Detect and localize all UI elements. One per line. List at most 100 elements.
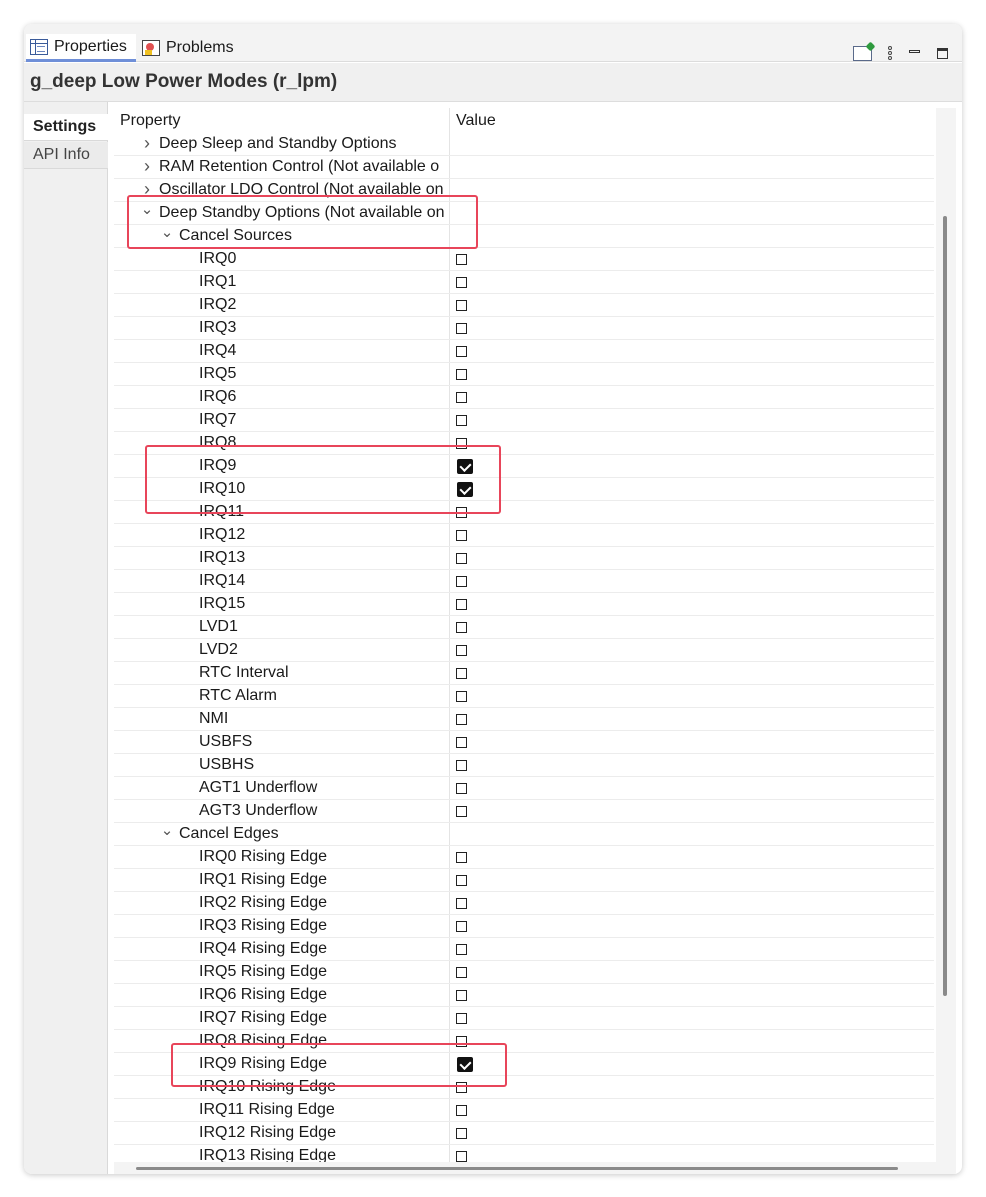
chevron-down-icon[interactable]: ⌄ [160,223,174,241]
value-checkbox[interactable] [456,990,467,1001]
value-checkbox[interactable] [456,507,467,518]
table-row[interactable]: IRQ10 Rising Edge [114,1076,934,1099]
value-checkbox[interactable] [456,898,467,909]
table-row[interactable]: IRQ9 [114,455,934,478]
value-checkbox[interactable] [456,1151,467,1162]
value-checkbox[interactable] [456,277,467,288]
table-row[interactable]: RTC Interval [114,662,934,685]
value-checkbox[interactable] [456,530,467,541]
vertical-scrollbar[interactable] [936,108,956,1174]
chevron-right-icon[interactable]: › [140,156,154,177]
table-row[interactable]: LVD1 [114,616,934,639]
table-row[interactable]: › RAM Retention Control (Not available o [114,156,934,179]
table-row[interactable]: USBHS [114,754,934,777]
table-row[interactable]: IRQ13 [114,547,934,570]
table-row[interactable]: IRQ12 Rising Edge [114,1122,934,1145]
value-checkbox[interactable] [456,714,467,725]
table-row[interactable]: IRQ8 Rising Edge [114,1030,934,1053]
value-checkbox[interactable] [456,1128,467,1139]
value-checkbox[interactable] [456,691,467,702]
chevron-right-icon[interactable]: › [140,133,154,154]
table-row[interactable]: IRQ14 [114,570,934,593]
table-row[interactable]: IRQ7 Rising Edge [114,1007,934,1030]
value-checkbox[interactable] [457,1057,473,1072]
value-checkbox[interactable] [456,346,467,357]
vertical-scroll-thumb[interactable] [943,216,947,996]
table-row[interactable]: NMI [114,708,934,731]
table-row[interactable]: RTC Alarm [114,685,934,708]
value-checkbox[interactable] [456,1105,467,1116]
table-row[interactable]: IRQ8 [114,432,934,455]
value-checkbox[interactable] [456,645,467,656]
value-checkbox[interactable] [456,760,467,771]
value-checkbox[interactable] [456,1036,467,1047]
value-checkbox[interactable] [456,438,467,449]
value-checkbox[interactable] [456,875,467,886]
value-checkbox[interactable] [456,806,467,817]
table-row[interactable]: IRQ6 Rising Edge [114,984,934,1007]
table-row[interactable]: IRQ15 [114,593,934,616]
table-row[interactable]: IRQ5 [114,363,934,386]
table-row[interactable]: IRQ2 [114,294,934,317]
value-checkbox[interactable] [457,482,473,497]
maximize-button[interactable] [934,44,950,62]
minimize-button[interactable] [906,44,922,62]
value-checkbox[interactable] [456,737,467,748]
table-row[interactable]: USBFS [114,731,934,754]
pin-view-button[interactable] [851,44,873,62]
horizontal-scroll-thumb[interactable] [136,1167,898,1170]
table-row[interactable]: IRQ11 Rising Edge [114,1099,934,1122]
value-checkbox[interactable] [456,921,467,932]
view-menu-button[interactable] [882,44,898,62]
table-row[interactable]: IRQ2 Rising Edge [114,892,934,915]
side-tab-settings[interactable]: Settings [24,114,108,141]
value-checkbox[interactable] [456,783,467,794]
value-checkbox[interactable] [456,254,467,265]
table-row[interactable]: ⌄ Deep Standby Options (Not available on [114,200,934,225]
value-checkbox[interactable] [456,300,467,311]
table-row[interactable]: IRQ6 [114,386,934,409]
chevron-down-icon[interactable]: ⌄ [160,821,174,839]
value-checkbox[interactable] [456,1082,467,1093]
value-checkbox[interactable] [456,369,467,380]
side-tab-api-info[interactable]: API Info [24,142,108,169]
table-row[interactable]: IRQ0 Rising Edge [114,846,934,869]
table-row[interactable]: IRQ1 [114,271,934,294]
table-row[interactable]: ⌄ Cancel Edges [114,821,934,846]
value-checkbox[interactable] [456,323,467,334]
value-checkbox[interactable] [456,599,467,610]
value-checkbox[interactable] [456,415,467,426]
table-row[interactable]: › Deep Sleep and Standby Options [114,133,934,156]
value-checkbox[interactable] [457,459,473,474]
table-row[interactable]: IRQ7 [114,409,934,432]
table-row[interactable]: LVD2 [114,639,934,662]
chevron-right-icon[interactable]: › [140,179,154,200]
table-row[interactable]: IRQ9 Rising Edge [114,1053,934,1076]
value-checkbox[interactable] [456,668,467,679]
tab-problems[interactable]: Problems [140,34,250,62]
value-checkbox[interactable] [456,852,467,863]
table-row[interactable]: AGT1 Underflow [114,777,934,800]
value-checkbox[interactable] [456,553,467,564]
table-row[interactable]: IRQ0 [114,248,934,271]
horizontal-scrollbar[interactable] [114,1162,936,1174]
table-row[interactable]: IRQ12 [114,524,934,547]
table-row[interactable]: ⌄ Cancel Sources [114,223,934,248]
table-row[interactable]: IRQ4 [114,340,934,363]
chevron-down-icon[interactable]: ⌄ [140,200,154,218]
value-checkbox[interactable] [456,576,467,587]
table-row[interactable]: › Oscillator LDO Control (Not available o… [114,179,934,202]
value-checkbox[interactable] [456,944,467,955]
value-checkbox[interactable] [456,622,467,633]
table-row[interactable]: IRQ4 Rising Edge [114,938,934,961]
value-checkbox[interactable] [456,1013,467,1024]
value-checkbox[interactable] [456,392,467,403]
table-row[interactable]: IRQ3 [114,317,934,340]
table-row[interactable]: AGT3 Underflow [114,800,934,823]
table-row[interactable]: IRQ11 [114,501,934,524]
table-row[interactable]: IRQ10 [114,478,934,501]
tab-properties[interactable]: Properties [26,34,136,62]
table-row[interactable]: IRQ1 Rising Edge [114,869,934,892]
table-row[interactable]: IRQ3 Rising Edge [114,915,934,938]
table-row[interactable]: IRQ5 Rising Edge [114,961,934,984]
